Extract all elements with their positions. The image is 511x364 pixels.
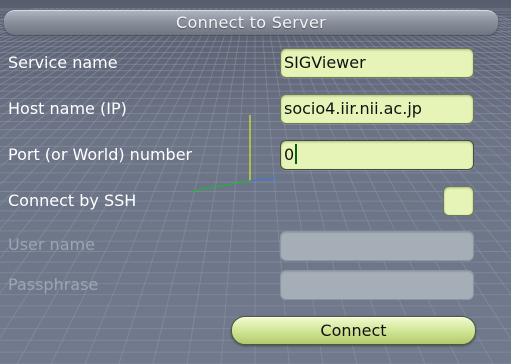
connect-by-ssh-checkbox[interactable] [443, 186, 474, 216]
service-name-label: Service name [8, 53, 118, 72]
service-name-value: SIGViewer [284, 53, 366, 72]
connect-button[interactable]: Connect [231, 316, 476, 345]
connect-by-ssh-label: Connect by SSH [8, 191, 137, 210]
port-number-label: Port (or World) number [8, 145, 193, 164]
dialog-title-bar[interactable]: Connect to Server [4, 10, 498, 35]
port-number-field[interactable]: 0 [280, 140, 474, 170]
user-name-field[interactable] [280, 231, 474, 261]
sigviewer-connect-window: Connect to Server Service name SIGViewer… [0, 0, 511, 364]
passphrase-label: Passphrase [8, 275, 99, 294]
passphrase-field[interactable] [280, 270, 474, 300]
host-name-field[interactable]: socio4.iir.nii.ac.jp [280, 94, 474, 124]
user-name-label: User name [8, 235, 95, 254]
service-name-field[interactable]: SIGViewer [280, 48, 474, 78]
port-number-value: 0 [284, 145, 295, 164]
host-name-value: socio4.iir.nii.ac.jp [284, 99, 422, 118]
text-caret [295, 144, 298, 164]
host-name-label: Host name (IP) [8, 99, 127, 118]
dialog-title: Connect to Server [176, 13, 326, 32]
